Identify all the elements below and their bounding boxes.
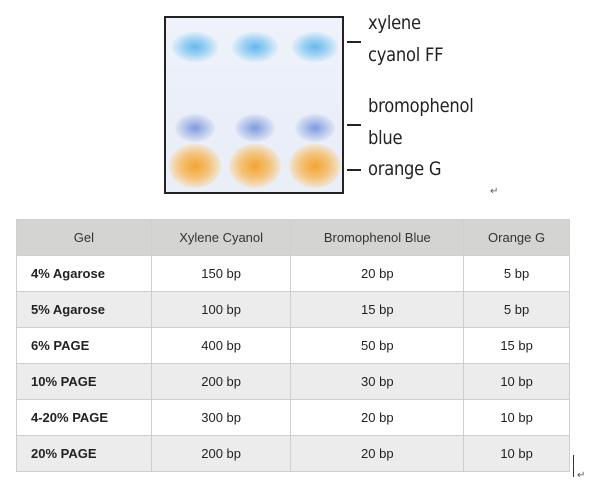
bromophenol-label-line2: blue — [368, 127, 403, 149]
orange-g-band — [289, 144, 341, 188]
xylene-label-line2: cyanol FF — [368, 44, 444, 66]
bromophenol-label-tick — [347, 124, 361, 126]
bromophenol-blue-band — [295, 114, 335, 142]
cell-orange: 10 bp — [463, 399, 570, 436]
table-row: 4% Agarose 150 bp 20 bp 5 bp — [16, 255, 570, 292]
xylene-label-tick — [347, 41, 361, 43]
cell-gel: 4-20% PAGE — [16, 399, 152, 436]
cell-xylene: 400 bp — [150, 327, 292, 364]
cell-bromo: 20 bp — [290, 255, 465, 292]
cell-bromo: 20 bp — [290, 435, 465, 472]
cell-bromo: 50 bp — [290, 327, 465, 364]
cell-xylene: 300 bp — [150, 399, 292, 436]
xylene-cyanol-band — [172, 32, 218, 62]
header-orange-g: Orange G — [463, 219, 570, 256]
header-gel: Gel — [16, 219, 152, 256]
cell-orange: 15 bp — [463, 327, 570, 364]
cell-xylene: 100 bp — [150, 291, 292, 328]
table-row: 20% PAGE 200 bp 20 bp 10 bp — [16, 435, 570, 472]
bromophenol-blue-band — [175, 114, 215, 142]
paragraph-mark: ↵ — [577, 470, 586, 481]
cell-orange: 10 bp — [463, 435, 570, 472]
gel-image — [164, 16, 344, 194]
cell-orange: 5 bp — [463, 255, 570, 292]
cell-gel: 4% Agarose — [16, 255, 152, 292]
cell-orange: 10 bp — [463, 363, 570, 400]
paragraph-mark: ↵ — [490, 186, 499, 197]
cell-gel: 20% PAGE — [16, 435, 152, 472]
text-cursor — [573, 455, 574, 477]
xylene-cyanol-band — [292, 32, 338, 62]
cell-xylene: 200 bp — [150, 363, 292, 400]
table-row: 6% PAGE 400 bp 50 bp 15 bp — [16, 327, 570, 364]
xylene-cyanol-band — [232, 32, 278, 62]
table-header-row: Gel Xylene Cyanol Bromophenol Blue Orang… — [16, 219, 570, 256]
cell-orange: 5 bp — [463, 291, 570, 328]
header-xylene-cyanol: Xylene Cyanol — [150, 219, 292, 256]
orange-g-band — [229, 144, 281, 188]
cell-bromo: 30 bp — [290, 363, 465, 400]
cell-gel: 10% PAGE — [16, 363, 152, 400]
table-row: 4-20% PAGE 300 bp 20 bp 10 bp — [16, 399, 570, 436]
table-row: 10% PAGE 200 bp 30 bp 10 bp — [16, 363, 570, 400]
cell-xylene: 200 bp — [150, 435, 292, 472]
bromophenol-blue-band — [235, 114, 275, 142]
cell-bromo: 20 bp — [290, 399, 465, 436]
cell-gel: 5% Agarose — [16, 291, 152, 328]
bromophenol-label-line1: bromophenol — [368, 95, 474, 117]
orange-label: orange G — [368, 158, 442, 180]
cell-gel: 6% PAGE — [16, 327, 152, 364]
xylene-label-line1: xylene — [368, 12, 421, 34]
cell-bromo: 15 bp — [290, 291, 465, 328]
table-row: 5% Agarose 100 bp 15 bp 5 bp — [16, 291, 570, 328]
cell-xylene: 150 bp — [150, 255, 292, 292]
orange-g-band — [169, 144, 221, 188]
dye-migration-table: Gel Xylene Cyanol Bromophenol Blue Orang… — [16, 219, 570, 472]
orange-label-tick — [347, 169, 361, 171]
header-bromophenol-blue: Bromophenol Blue — [290, 219, 465, 256]
